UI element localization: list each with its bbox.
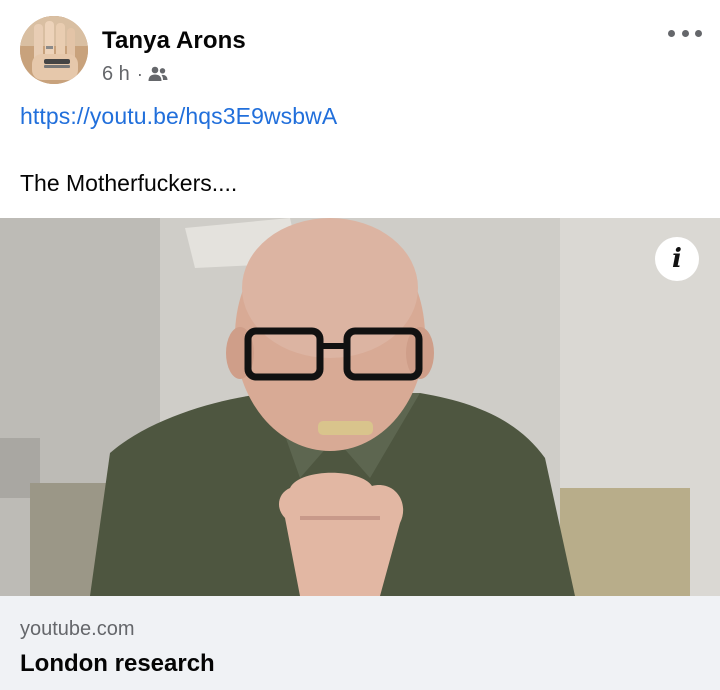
avatar-hand-image [20, 16, 88, 84]
more-dot [668, 29, 675, 37]
more-options-button[interactable] [668, 22, 702, 44]
video-thumbnail[interactable] [0, 218, 720, 596]
link-preview-title[interactable]: London research [20, 650, 215, 678]
facebook-post: Tanya Arons 6 h · https://youtu.be/hqs3E… [0, 0, 720, 690]
friends-icon[interactable] [148, 66, 168, 82]
video-thumbnail-image [0, 218, 720, 596]
more-dot [681, 29, 689, 37]
post-meta: 6 h · [102, 62, 168, 86]
info-icon[interactable]: i [655, 237, 699, 281]
link-preview-footer[interactable]: youtube.com London research [0, 596, 720, 690]
meta-separator: · [136, 63, 143, 84]
post-text: The Motherfuckers.... [20, 170, 238, 196]
author-name[interactable]: Tanya Arons [102, 27, 246, 55]
link-preview-domain: youtube.com [20, 618, 135, 640]
post-time[interactable]: 6 h [102, 63, 130, 86]
more-dot [695, 29, 702, 37]
author-avatar[interactable] [20, 16, 88, 84]
post-link[interactable]: https://youtu.be/hqs3E9wsbwA [20, 103, 337, 130]
